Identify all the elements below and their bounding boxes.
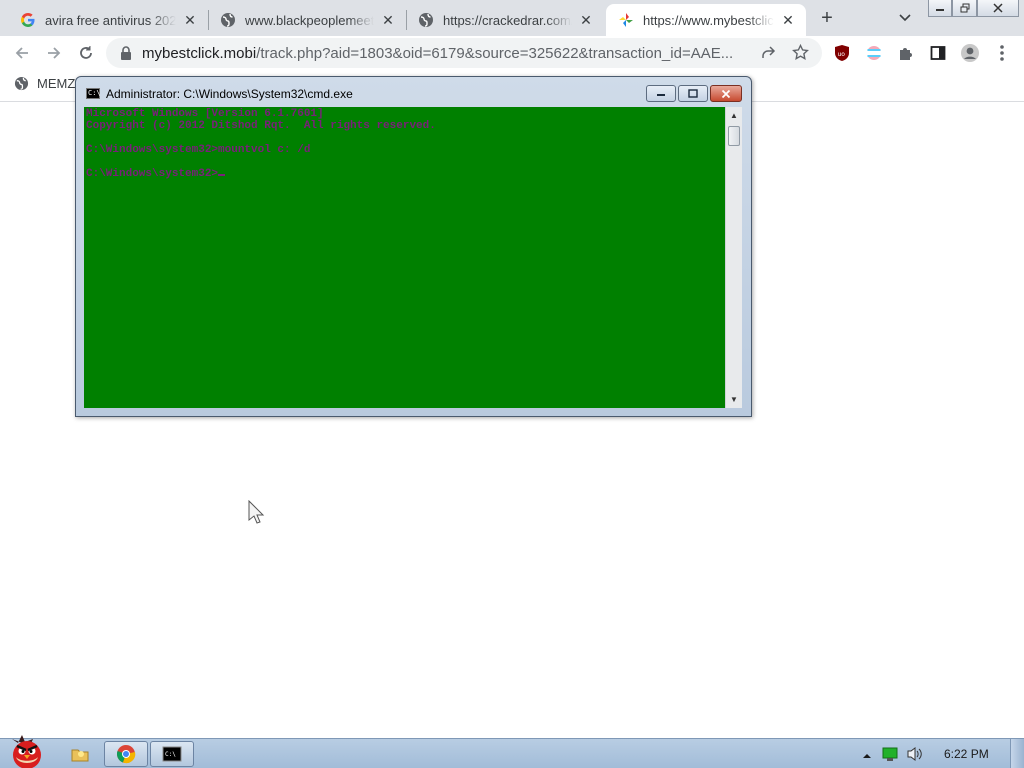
new-tab-button[interactable]: + xyxy=(814,6,840,32)
start-angry-bird-icon[interactable] xyxy=(2,731,52,768)
close-icon[interactable]: ✕ xyxy=(780,12,796,28)
reload-icon[interactable] xyxy=(74,41,98,65)
menu-kebab-icon[interactable] xyxy=(990,41,1014,65)
cmd-titlebar[interactable]: C:\ Administrator: C:\Windows\System32\c… xyxy=(76,77,751,107)
globe-icon xyxy=(14,76,29,91)
close-icon[interactable]: ✕ xyxy=(182,12,198,28)
star-icon[interactable] xyxy=(792,43,809,66)
url-host: mybestclick.mobi xyxy=(142,45,257,62)
taskbar: C:\ 6:22 PM xyxy=(0,735,1024,768)
minimize-button[interactable] xyxy=(928,0,952,17)
mouse-pointer-icon xyxy=(248,499,266,531)
side-panel-icon[interactable] xyxy=(926,41,950,65)
extensions-puzzle-icon[interactable] xyxy=(894,41,918,65)
cmd-maximize-button[interactable] xyxy=(678,85,708,102)
browser-toolbar: mybestclick.mobi/track.php?aid=1803&oid=… xyxy=(0,36,1024,70)
taskbar-clock[interactable]: 6:22 PM xyxy=(944,747,989,761)
tab-title: https://www.mybestclick.mobi xyxy=(643,12,774,28)
console-line: Microsoft Windows [Version 6.1.7601] xyxy=(86,108,324,120)
url-path: /track.php?aid=1803&oid=6179&source=3256… xyxy=(256,45,734,62)
console-prompt-line: C:\Windows\system32> xyxy=(86,168,723,180)
bookmark-item[interactable]: MEMZ xyxy=(14,76,75,91)
svg-text:C:\: C:\ xyxy=(165,751,176,758)
tab-title: https://crackedrar.com/ xyxy=(443,12,572,28)
tab-title: www.blackpeoplemeet.com xyxy=(245,12,374,28)
volume-speaker-icon[interactable] xyxy=(906,746,924,767)
globe-icon xyxy=(418,12,434,28)
cmd-close-button[interactable] xyxy=(710,85,742,102)
bookmark-label: MEMZ xyxy=(37,76,76,91)
tab-mybestclick[interactable]: https://www.mybestclick.mobi ✕ xyxy=(606,4,806,36)
console-output[interactable]: Microsoft Windows [Version 6.1.7601] Copy… xyxy=(84,107,725,408)
google-icon xyxy=(20,12,36,28)
taskbar-chrome-button[interactable] xyxy=(104,741,148,767)
close-icon[interactable]: ✕ xyxy=(380,12,396,28)
restore-button[interactable] xyxy=(952,0,977,17)
tray-expand-arrow-icon[interactable] xyxy=(862,748,872,766)
scroll-thumb[interactable] xyxy=(728,126,740,146)
taskbar-cmd-button[interactable]: C:\ xyxy=(150,741,194,767)
scroll-down-arrow-icon[interactable]: ▼ xyxy=(726,391,742,408)
cmd-window-title: Administrator: C:\Windows\System32\cmd.e… xyxy=(106,87,353,101)
console-line: Copyright (c) 2012 Ditshod Rqt. All righ… xyxy=(86,120,436,132)
tab-avira[interactable]: avira free antivirus 2023 ✕ xyxy=(8,4,208,36)
address-bar[interactable]: mybestclick.mobi/track.php?aid=1803&oid=… xyxy=(106,38,822,68)
console-prompt: C:\Windows\system32> xyxy=(86,168,219,180)
cmd-minimize-button[interactable] xyxy=(646,85,676,102)
svg-text:uo: uo xyxy=(838,51,846,58)
globe-icon xyxy=(220,12,236,28)
tab-search-chevron-icon[interactable] xyxy=(896,8,914,26)
share-icon[interactable] xyxy=(760,45,776,66)
forward-arrow-icon[interactable] xyxy=(42,41,66,65)
text-cursor xyxy=(218,174,226,176)
console-line: C:\Windows\system32>mountvol c: /d xyxy=(86,144,311,156)
cmd-window[interactable]: C:\ Administrator: C:\Windows\System32\c… xyxy=(75,76,752,417)
show-desktop-button[interactable] xyxy=(1010,739,1024,768)
taskbar-explorer-button[interactable] xyxy=(58,741,102,767)
cmd-icon-label: C:\ xyxy=(88,89,101,97)
cmd-scrollbar[interactable]: ▲ ▼ xyxy=(725,107,742,408)
extension-flag-icon[interactable] xyxy=(862,41,886,65)
ublock-icon[interactable]: uo xyxy=(830,41,854,65)
url-text[interactable]: mybestclick.mobi/track.php?aid=1803&oid=… xyxy=(142,45,752,62)
close-window-button[interactable] xyxy=(977,0,1019,17)
tab-blackpeoplemeet[interactable]: www.blackpeoplemeet.com ✕ xyxy=(208,4,406,36)
tab-strip: avira free antivirus 2023 ✕ www.blackpeo… xyxy=(0,0,1024,36)
system-tray: 6:22 PM xyxy=(858,739,1018,768)
back-arrow-icon[interactable] xyxy=(10,41,34,65)
lock-icon[interactable] xyxy=(120,46,132,65)
close-icon[interactable]: ✕ xyxy=(578,12,594,28)
scroll-up-arrow-icon[interactable]: ▲ xyxy=(726,107,742,124)
network-status-icon[interactable] xyxy=(882,746,898,767)
profile-avatar-icon[interactable] xyxy=(958,41,982,65)
cmd-app-icon: C:\ xyxy=(86,88,101,99)
tab-crackedrar[interactable]: https://crackedrar.com/ ✕ xyxy=(406,4,604,36)
pinwheel-icon xyxy=(618,12,634,28)
tab-title: avira free antivirus 2023 xyxy=(45,12,176,28)
